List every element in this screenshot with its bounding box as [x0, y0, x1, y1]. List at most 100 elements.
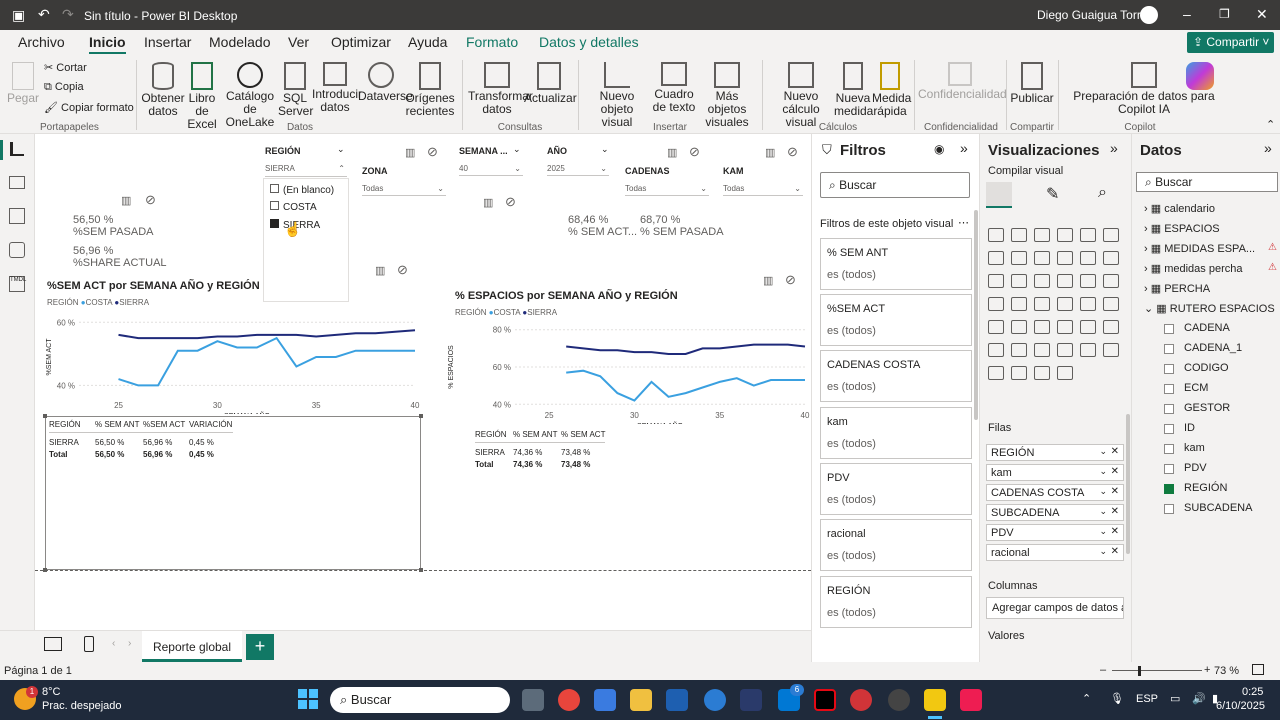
taskbar-search[interactable]: ⌕ Buscar — [330, 687, 510, 713]
fit-page-icon[interactable] — [1252, 664, 1264, 675]
model-view-icon[interactable] — [9, 208, 25, 224]
page-tab[interactable]: Reporte global — [142, 631, 242, 662]
dax-query-icon[interactable] — [9, 242, 25, 258]
slicer-anio-dropdown[interactable]: 2025 ⌄ — [547, 164, 609, 176]
language-indicator[interactable]: ESP — [1136, 693, 1158, 705]
text-box-button[interactable]: Cuadro de texto — [648, 62, 700, 114]
slicer-option[interactable]: (En blanco) — [270, 184, 334, 196]
menu-insertar[interactable]: Insertar — [144, 34, 191, 50]
azure-map-visual-icon[interactable] — [1057, 297, 1073, 311]
card-visual-icon[interactable] — [1103, 297, 1119, 311]
field-name[interactable]: ID — [1184, 422, 1195, 434]
100-column-visual-icon[interactable] — [1103, 228, 1119, 242]
paginated-visual-icon[interactable] — [1103, 343, 1119, 357]
series-line-sierra[interactable] — [118, 329, 416, 340]
new-measure-button[interactable]: Nueva medida — [834, 62, 873, 118]
dataverse-button[interactable]: Dataverse — [358, 62, 413, 103]
chevron-down-icon[interactable]: ⌄ — [1099, 506, 1107, 517]
slicer-visual-icon[interactable] — [1034, 320, 1050, 334]
expand-icon[interactable]: › — [1144, 243, 1148, 255]
task-view-icon[interactable] — [522, 689, 544, 711]
slicer-semana-dropdown[interactable]: 40 ⌄ — [459, 164, 523, 176]
donut-visual-icon[interactable] — [1103, 274, 1119, 288]
kpi-visual-icon[interactable] — [1011, 320, 1027, 334]
r-visual-visual-icon[interactable] — [1103, 320, 1119, 334]
chevron-up-icon[interactable]: ⌃ — [1082, 692, 1091, 705]
maximize-icon[interactable]: ❐ — [1219, 7, 1230, 21]
cut-button[interactable]: ✂ Cortar — [44, 61, 87, 74]
get-data-button[interactable]: Obtener datos — [140, 62, 186, 118]
chevron-down-icon[interactable]: ⌄ — [1099, 526, 1107, 537]
no-filter-icon[interactable]: ⊘ — [505, 194, 516, 210]
100-area-visual-icon[interactable] — [1057, 251, 1073, 265]
series-line-costa[interactable] — [118, 336, 416, 387]
add-page-button[interactable]: + — [246, 634, 274, 660]
stacked-bar-visual-icon[interactable] — [988, 228, 1004, 242]
resize-handle[interactable] — [43, 414, 47, 418]
more-options-icon[interactable]: ⋯ — [958, 216, 969, 229]
expand-icon[interactable]: › — [1144, 283, 1148, 295]
redo-icon[interactable]: ↷ — [62, 6, 74, 23]
series-line-sierra[interactable] — [566, 343, 806, 355]
desktop-layout-icon[interactable] — [44, 637, 62, 651]
stacked-column-visual-icon[interactable] — [1011, 228, 1027, 242]
save-icon[interactable]: ▣ — [12, 7, 25, 24]
app-icon[interactable] — [888, 689, 910, 711]
collapse-pane-icon[interactable]: » — [960, 140, 968, 156]
expand-icon[interactable]: ⌄ — [1144, 303, 1153, 315]
onelake-button[interactable]: Catálogo de OneLake — [222, 62, 278, 129]
chevron-down-icon[interactable]: ⌄ — [1099, 446, 1107, 457]
field-checkbox[interactable] — [1164, 424, 1174, 434]
table-node[interactable]: › ▦ PERCHA — [1144, 282, 1210, 295]
table-header[interactable]: %SEM ACT — [143, 420, 185, 429]
store-icon[interactable] — [666, 689, 688, 711]
scrollbar[interactable] — [974, 210, 978, 420]
narrative-visual-icon[interactable] — [1080, 343, 1096, 357]
report-view-icon[interactable] — [10, 142, 24, 156]
next-page-icon[interactable]: › — [128, 638, 131, 649]
clock-date[interactable]: 6/10/2025 — [1216, 700, 1265, 712]
menu-ver[interactable]: Ver — [288, 34, 309, 50]
no-filter-icon[interactable]: ⊘ — [689, 144, 700, 160]
checkbox[interactable] — [270, 201, 279, 210]
matrix-visual-icon[interactable] — [1080, 320, 1096, 334]
scrollbar[interactable] — [1126, 414, 1130, 554]
visual-header-icon[interactable]: ▥ — [763, 274, 773, 287]
line-column-visual-icon[interactable] — [1080, 251, 1096, 265]
refresh-button[interactable]: Actualizar — [524, 62, 577, 105]
field-name[interactable]: CODIGO — [1184, 362, 1229, 374]
table-node[interactable]: › ▦ ESPACIOS — [1144, 222, 1220, 235]
app-icon[interactable] — [850, 689, 872, 711]
no-filter-icon[interactable]: ⊘ — [145, 192, 156, 208]
paste-button[interactable]: Pegar — [6, 62, 40, 105]
stacked-area-visual-icon[interactable] — [1034, 251, 1050, 265]
remove-icon[interactable]: ✕ — [1111, 466, 1119, 477]
collapse-ribbon-icon[interactable]: ⌃ — [1266, 118, 1275, 131]
undo-icon[interactable]: ↶ — [38, 6, 50, 23]
visual-header-icon[interactable]: ▥ — [121, 194, 131, 207]
microphone-icon[interactable]: 🎙 — [1110, 692, 1124, 705]
field-well[interactable]: racional ⌄ ✕ — [986, 544, 1124, 561]
slicer-cadenas-dropdown[interactable]: Todas ⌄ — [625, 184, 709, 196]
avatar[interactable] — [1140, 6, 1158, 24]
100-bar-visual-icon[interactable] — [1080, 228, 1096, 242]
disney-icon[interactable] — [740, 689, 762, 711]
field-name[interactable]: CADENA_1 — [1184, 342, 1242, 354]
menu-formato[interactable]: Formato — [466, 34, 518, 50]
chevron-down-icon[interactable]: ⌄ — [1099, 546, 1107, 557]
more-visuals-button[interactable]: Más objetos visuales — [698, 62, 756, 129]
field-well[interactable]: CADENAS COSTA ⌄ ✕ — [986, 484, 1124, 501]
chrome-icon[interactable] — [558, 689, 580, 711]
menu-ayuda[interactable]: Ayuda — [408, 34, 447, 50]
field-name[interactable]: kam — [1184, 442, 1205, 454]
copy-button[interactable]: ⧉ Copia — [44, 81, 84, 94]
tmdl-view-icon[interactable]: TMDL — [9, 276, 26, 292]
field-checkbox[interactable] — [1164, 444, 1174, 454]
field-checkbox[interactable] — [1164, 504, 1174, 514]
field-name[interactable]: ECM — [1184, 382, 1208, 394]
ribbon-visual-icon[interactable] — [988, 274, 1004, 288]
filled-map-visual-icon[interactable] — [1034, 297, 1050, 311]
chevron-down-icon[interactable]: ⌄ — [1099, 486, 1107, 497]
transform-data-button[interactable]: Transformar datos — [468, 62, 533, 116]
chevron-down-icon[interactable]: ⌄ — [337, 144, 345, 155]
